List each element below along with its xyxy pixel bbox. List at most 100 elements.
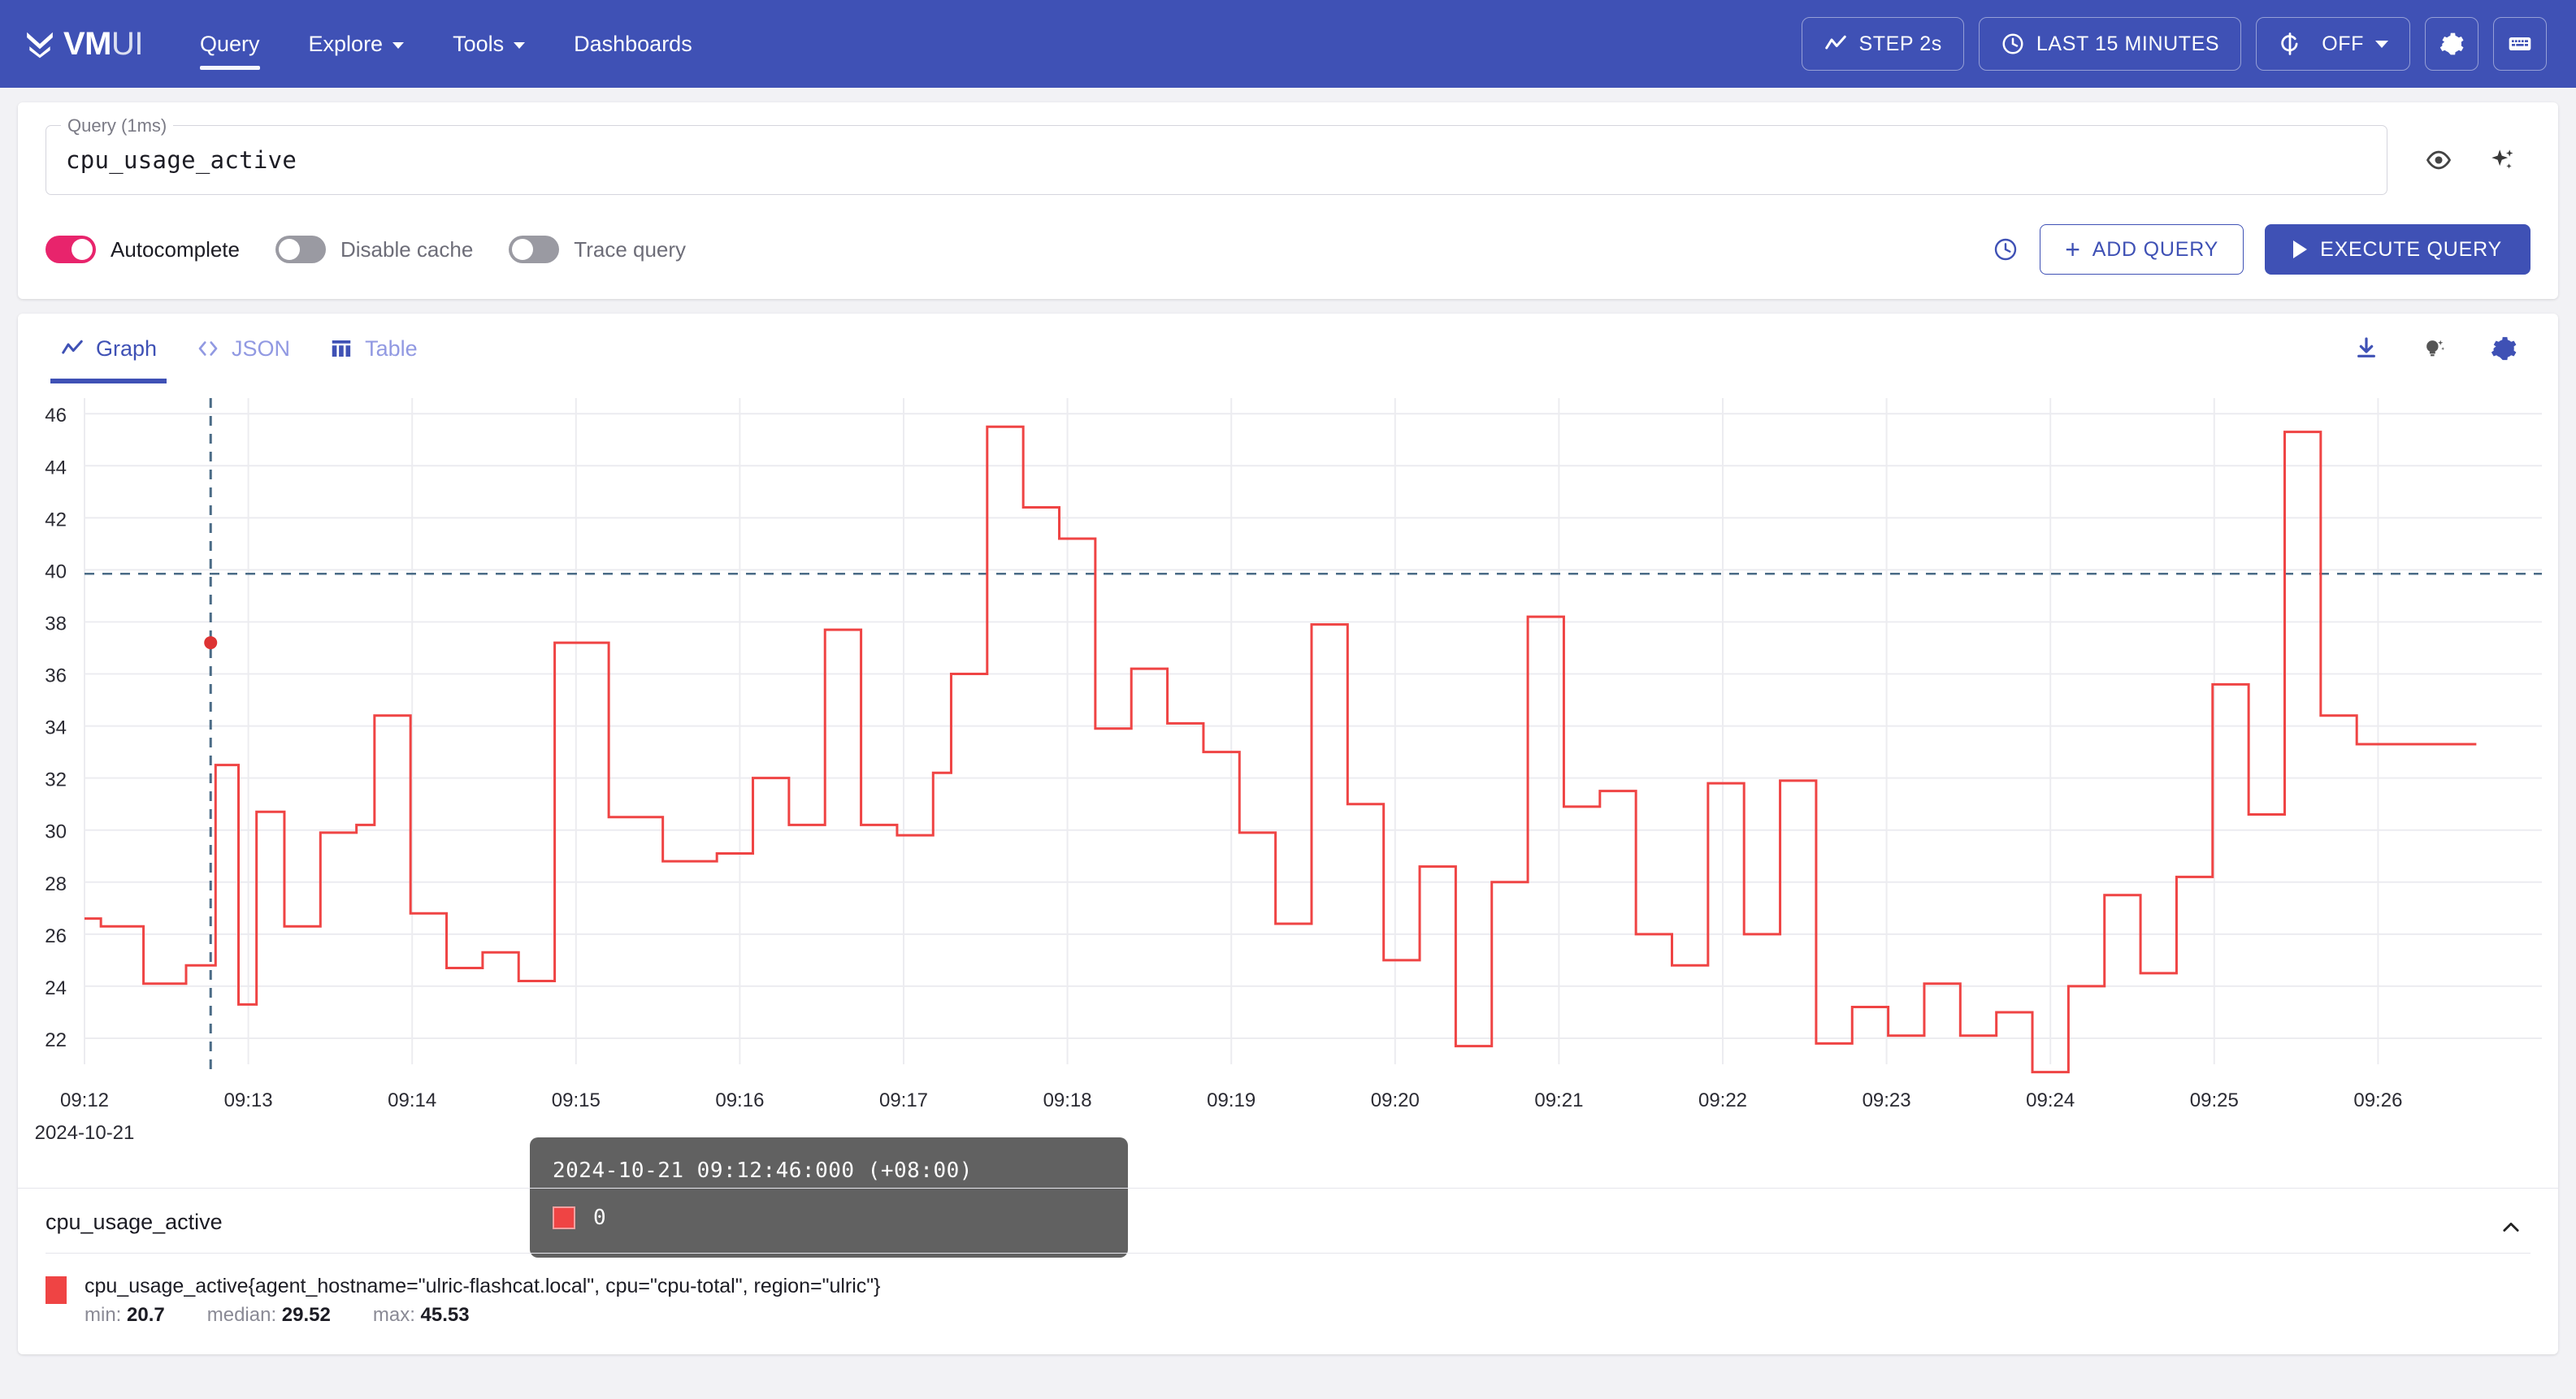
vmui-app: VM UI Query Explore Tools Dashboards STE… [0,0,2576,1399]
disable-cache-switch[interactable] [275,236,326,263]
svg-text:22: 22 [45,1029,67,1051]
autocomplete-switch[interactable] [46,236,96,263]
tab-table[interactable]: Table [310,314,437,383]
tab-table-label: Table [365,336,418,361]
svg-text:09:19: 09:19 [1207,1089,1255,1111]
svg-text:42: 42 [45,509,67,531]
brand-ui: UI [111,25,144,62]
svg-text:09:14: 09:14 [388,1089,436,1111]
execute-query-label: EXECUTE QUERY [2320,237,2502,261]
query-input[interactable]: cpu_usage_active [66,146,297,174]
tab-graph-label: Graph [96,336,158,361]
svg-text:09:23: 09:23 [1863,1089,1911,1111]
auto-refresh-button[interactable]: OFF [2256,17,2410,71]
keyboard-icon [2509,37,2531,50]
trace-query-toggle[interactable]: Trace query [509,236,686,263]
legend-series-stats: min: 20.7 median: 29.52 max: 45.53 [46,1304,2530,1327]
legend-series-name: cpu_usage_active{agent_hostname="ulric-f… [85,1275,881,1297]
svg-text:30: 30 [45,821,67,843]
plus-icon: + [2065,235,2081,264]
nav-item-explore[interactable]: Explore [284,0,429,88]
svg-text:09:18: 09:18 [1043,1089,1092,1111]
graph-toolbar [2353,335,2535,362]
chart-svg[interactable]: 22 24 26 28 30 32 34 36 38 40 42 44 46 09:12 2024-10-2… [18,383,2558,1188]
nav-item-query[interactable]: Query [176,0,284,88]
svg-text:44: 44 [45,457,67,479]
chevron-down-icon [392,42,405,49]
main-nav: Query Explore Tools Dashboards [176,0,717,88]
svg-text:24: 24 [45,977,67,999]
switch-knob [512,239,534,260]
global-settings-button[interactable] [2425,17,2478,71]
execute-query-button[interactable]: EXECUTE QUERY [2265,224,2530,275]
svg-text:36: 36 [45,665,67,687]
svg-text:09:17: 09:17 [879,1089,928,1111]
nav-item-dashboards[interactable]: Dashboards [549,0,717,88]
svg-text:09:22: 09:22 [1698,1089,1747,1111]
brand-logo-group[interactable]: VM UI [24,25,144,63]
trend-line-icon [1824,35,1846,50]
svg-text:2024-10-21: 2024-10-21 [35,1122,135,1144]
svg-text:09:21: 09:21 [1534,1089,1583,1111]
step-label: STEP 2s [1858,32,1942,55]
eye-icon[interactable] [2425,146,2452,174]
legend-series-item[interactable]: cpu_usage_active{agent_hostname="ulric-f… [46,1275,2530,1304]
query-legend-label: Query (1ms) [61,115,174,136]
chevron-up-icon[interactable] [2500,1216,2522,1243]
svg-text:09:24: 09:24 [2026,1089,2075,1111]
tooltip-timestamp: 2024-10-21 09:12:46:000 (+08:00) [553,1159,973,1183]
query-actions: + ADD QUERY EXECUTE QUERY [1993,224,2530,275]
legend-stat-median: median: 29.52 [206,1304,331,1326]
svg-text:46: 46 [45,405,67,427]
disable-cache-toggle[interactable]: Disable cache [275,236,473,263]
time-range-button[interactable]: LAST 15 MINUTES [1978,17,2242,71]
query-input-wrapper[interactable]: Query (1ms) cpu_usage_active [46,115,2387,195]
query-field-icons [2387,125,2530,195]
lightbulb-ai-icon[interactable] [2422,336,2448,362]
switch-knob [278,239,300,260]
header-actions: STEP 2s LAST 15 MINUTES OFF [1801,17,2547,71]
svg-text:09:12: 09:12 [60,1089,109,1111]
shortcuts-button[interactable] [2493,17,2547,71]
sparkle-ai-icon[interactable] [2488,146,2516,174]
app-header: VM UI Query Explore Tools Dashboards STE… [0,0,2576,88]
query-options-row: Autocomplete Disable cache Trace query +… [46,224,2530,275]
add-query-button[interactable]: + ADD QUERY [2040,224,2244,275]
svg-text:34: 34 [45,717,67,739]
legend-color-swatch[interactable] [46,1276,67,1304]
play-icon [2293,240,2308,258]
svg-text:09:13: 09:13 [224,1089,273,1111]
chevron-down-icon [2375,40,2388,48]
clock-history-icon[interactable] [1993,236,2019,262]
gear-icon [2439,32,2464,55]
view-tabs: Graph JSON Table [18,314,2558,383]
svg-text:09:16: 09:16 [715,1089,764,1111]
autocomplete-toggle[interactable]: Autocomplete [46,236,240,263]
tab-json[interactable]: JSON [176,314,310,383]
nav-item-tools[interactable]: Tools [428,0,549,88]
legend-divider [46,1253,2530,1254]
switch-knob [72,239,93,260]
svg-text:09:15: 09:15 [552,1089,601,1111]
vm-chevron-logo-icon [27,32,53,58]
legend-series-body: cpu_usage_active{agent_hostname="ulric-f… [85,1275,881,1298]
autocomplete-label: Autocomplete [111,236,240,262]
tab-graph[interactable]: Graph [41,314,176,383]
gear-icon[interactable] [2490,335,2517,362]
chevron-down-icon [514,42,526,49]
legend-stat-min-value: 20.7 [127,1304,165,1326]
download-icon[interactable] [2353,336,2379,362]
query-panel: Query (1ms) cpu_usage_active Autocomplet… [18,102,2558,299]
refresh-icon [2281,32,2298,55]
legend-title: cpu_usage_active [46,1210,223,1234]
step-button[interactable]: STEP 2s [1801,17,1964,71]
chart-area[interactable]: 22 24 26 28 30 32 34 36 38 40 42 44 46 09:12 2024-10-2… [18,383,2558,1258]
legend-stat-max: max: 45.53 [372,1304,470,1326]
svg-text:40: 40 [45,561,67,583]
nav-label-query: Query [200,31,260,56]
tab-json-label: JSON [232,336,291,361]
trace-query-switch[interactable] [509,236,560,263]
code-brackets-icon [198,341,218,356]
query-input-row: Query (1ms) cpu_usage_active [46,115,2530,195]
clock-icon [2002,33,2023,54]
